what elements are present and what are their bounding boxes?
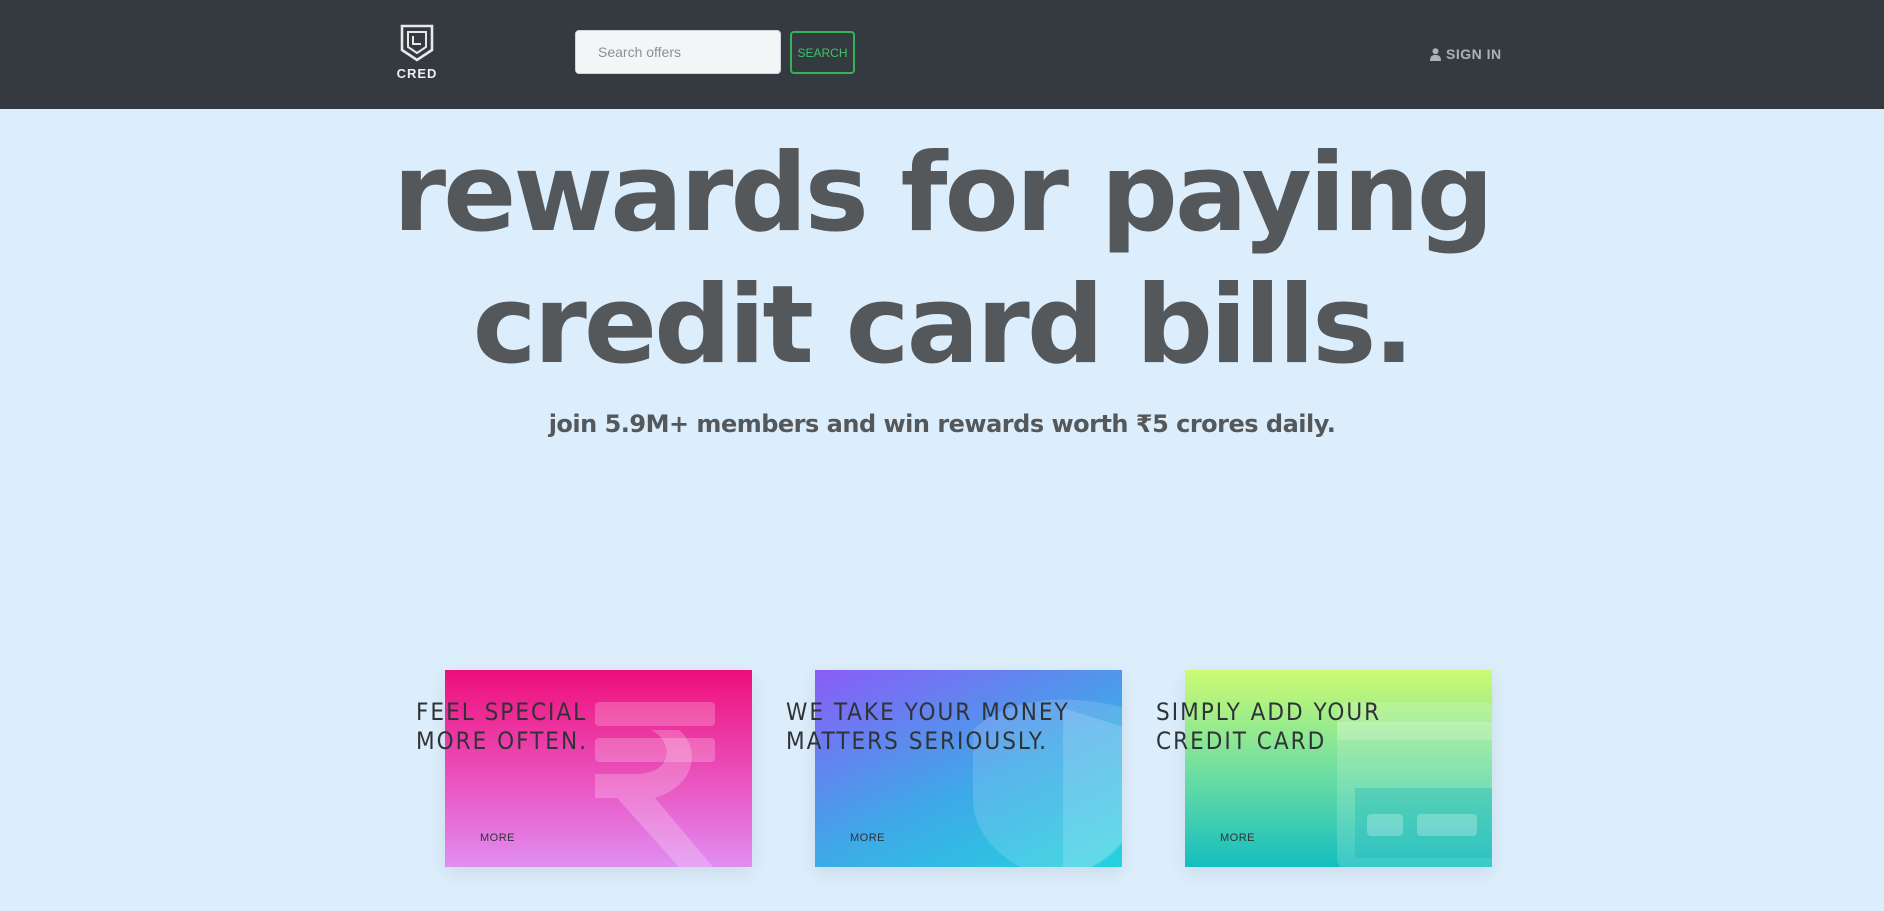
- hero-title-line2: credit card bills.: [472, 263, 1415, 388]
- card-title-line1: WE TAKE YOUR MONEY: [786, 698, 1070, 726]
- search-button[interactable]: SEARCH: [790, 31, 855, 74]
- card-title: SIMPLY ADD YOUR CREDIT CARD: [1156, 698, 1381, 756]
- card-title-line1: FEEL SPECIAL: [416, 698, 588, 726]
- feature-card-add-card[interactable]: SIMPLY ADD YOUR CREDIT CARD MORE: [1156, 670, 1492, 867]
- card-title: WE TAKE YOUR MONEY MATTERS SERIOUSLY.: [786, 698, 1070, 756]
- card-title-line2: CREDIT CARD: [1156, 727, 1327, 755]
- hero-title: rewards for paying credit card bills.: [0, 128, 1884, 392]
- cred-shield-icon: [400, 24, 434, 62]
- hero-subtitle: join 5.9M+ members and win rewards worth…: [548, 410, 1336, 438]
- feature-card-security[interactable]: WE TAKE YOUR MONEY MATTERS SERIOUSLY. MO…: [786, 670, 1122, 867]
- card-title: FEEL SPECIAL MORE OFTEN.: [416, 698, 588, 756]
- sign-in-link[interactable]: SIGN IN: [1430, 44, 1502, 64]
- search-input[interactable]: [575, 30, 781, 74]
- logo-text: CRED: [396, 66, 438, 81]
- card-more-link[interactable]: MORE: [1220, 832, 1255, 844]
- navbar: CRED SEARCH SIGN IN: [0, 0, 1884, 109]
- feature-card-rewards[interactable]: FEEL SPECIAL MORE OFTEN. MORE: [416, 670, 752, 867]
- card-title-line1: SIMPLY ADD YOUR: [1156, 698, 1382, 726]
- card-more-link[interactable]: MORE: [480, 832, 515, 844]
- card-more-link[interactable]: MORE: [850, 832, 885, 844]
- rupee-icon: [595, 702, 715, 867]
- cred-logo[interactable]: CRED: [393, 24, 441, 81]
- user-icon: [1430, 47, 1441, 61]
- card-title-line2: MATTERS SERIOUSLY.: [786, 727, 1048, 755]
- hero-title-line1: rewards for paying: [392, 131, 1494, 256]
- sign-in-label: SIGN IN: [1446, 46, 1502, 62]
- card-title-line2: MORE OFTEN.: [416, 727, 588, 755]
